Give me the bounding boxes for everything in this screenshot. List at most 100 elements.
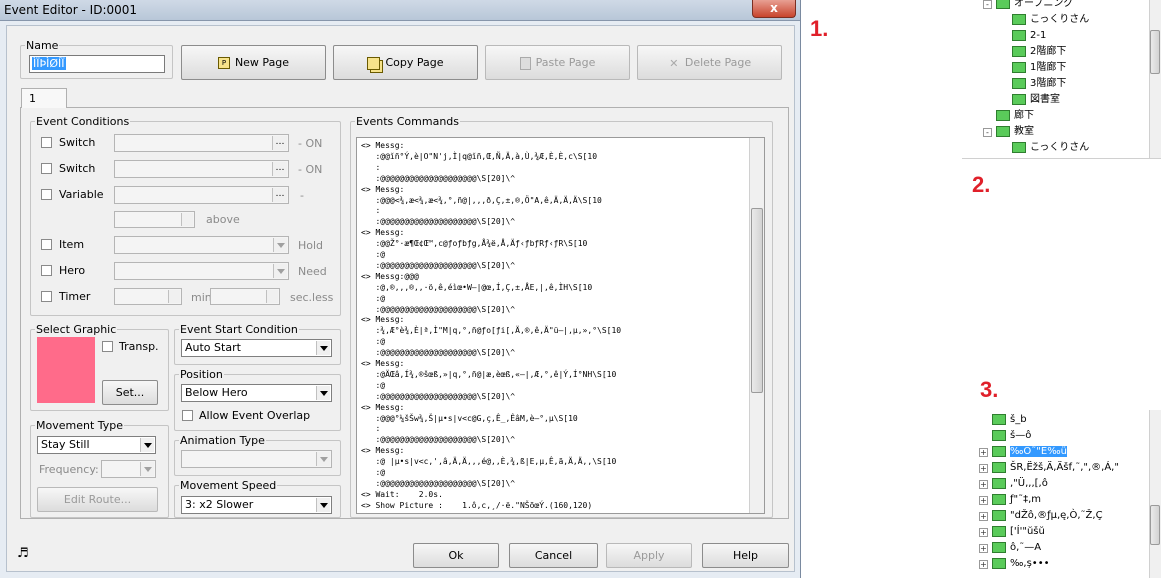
command-line[interactable]: :@@Ž°·æ¶Œ¢Œ™,c@ƒoƒbƒg,Å¾ë,Å,Äƒ‹ƒbƒRƒ‹ƒR\… (361, 239, 587, 250)
command-line[interactable]: :@@@@@@@@@@@@@@@@@@@@\S[20]\^ (361, 174, 515, 185)
map-tree-panel-2[interactable]: š_b š—ô + ‰Ö˜"E‰ü + ŠR,Ёžš,Ä,Äšf,˜,",®,Á," + ,"… (958, 410, 1161, 578)
new-page-button[interactable]: P New Page (181, 45, 326, 80)
timer-sec-spin-icon[interactable] (266, 290, 278, 303)
tree-item[interactable]: 2階廊下 (1012, 45, 1066, 59)
tree-item[interactable]: ['Í'"ŭšŭ (992, 525, 1045, 539)
switch2-field[interactable]: … (114, 160, 289, 178)
command-line[interactable]: : (361, 424, 380, 435)
command-line[interactable]: : (361, 163, 380, 174)
commands-scrollbar[interactable] (749, 138, 764, 513)
expand-icon[interactable]: + (979, 560, 988, 569)
commands-scrollbar-thumb[interactable] (751, 208, 763, 393)
frequency-dropdown[interactable] (101, 460, 156, 478)
expand-icon[interactable]: + (979, 496, 988, 505)
tree-item[interactable]: ŠR,Ёžš,Ä,Äšf,˜,",®,Á," (992, 461, 1119, 475)
close-button[interactable]: x (752, 0, 796, 18)
tree-item[interactable]: 2-1 (1012, 29, 1046, 43)
switch1-field[interactable]: … (114, 134, 289, 152)
command-line[interactable]: : (361, 206, 380, 217)
command-line[interactable]: :@,®,,,®,,·ö,ê,éìœ•W—|@œ,Í,Ç,±,ÅE,|,ê,ÌH… (361, 283, 592, 294)
tree2-scrollbar[interactable] (1149, 410, 1161, 578)
command-line[interactable]: :@@@@@@@@@@@@@@@@@@@@\S[20]\^ (361, 392, 515, 403)
timer-min-spinner[interactable] (114, 288, 182, 305)
delete-page-button[interactable]: ✕ Delete Page (637, 45, 782, 80)
tree-item[interactable]: オープニング (996, 0, 1073, 11)
command-line[interactable]: :@@@@@@@@@@@@@@@@@@@@\S[20]\^ (361, 479, 515, 490)
command-line[interactable]: :@ |µ•s|v<c,',â,Ä,Ä,,,é@,,È,¾,ß|E,µ,Ê,ã,… (361, 457, 616, 468)
tree1-scrollbar-thumb[interactable] (1150, 30, 1160, 74)
tree-item[interactable]: 廊下 (996, 109, 1034, 123)
tree2-scrollbar-thumb[interactable] (1150, 505, 1160, 545)
cancel-button[interactable]: Cancel (509, 543, 598, 568)
command-line[interactable]: :@@@@@@@@@@@@@@@@@@@@\S[20]\^ (361, 305, 515, 316)
tree-item[interactable]: 1階廊下 (1012, 61, 1066, 75)
expand-icon[interactable]: + (979, 512, 988, 521)
command-line[interactable]: <> Messg: (361, 228, 404, 239)
timer-sec-spinner[interactable] (210, 288, 280, 305)
map-tree-panel-1[interactable]: - オープニング こっくりさん 2-1 2階廊下 1階廊下 3階廊下 図書室 廊下 - 教室 こっくり… (962, 0, 1161, 159)
collapse-icon[interactable]: - (983, 128, 992, 137)
tree-item[interactable]: ô,˜—A (992, 541, 1041, 555)
transparent-checkbox[interactable] (102, 341, 113, 352)
command-line[interactable]: <> Messg: (361, 141, 404, 152)
tree-item[interactable]: ƒ"˜‡,m (992, 493, 1041, 507)
expand-icon[interactable]: + (979, 464, 988, 473)
ok-button[interactable]: Ok (413, 543, 499, 568)
allow-overlap-checkbox[interactable] (182, 410, 193, 421)
command-line[interactable]: :@ (361, 250, 385, 261)
events-commands-list[interactable]: <> Show Picture : 1.ô,c,¸/·ë."NŠõœÝ.(160… (356, 137, 765, 514)
apply-button[interactable]: Apply (606, 543, 692, 568)
command-line[interactable]: :@@ĭñ°Ý,è|O"N'j,Ì|q@ĭñ,Œ,Ñ,Ä,à,Ù,¾Æ,È,È,… (361, 152, 597, 163)
command-line[interactable]: :@@@@@@@@@@@@@@@@@@@@\S[20]\^ (361, 217, 515, 228)
variable-browse-icon[interactable]: … (272, 188, 287, 202)
tree-item[interactable]: こっくりさん (1012, 13, 1089, 27)
item-checkbox[interactable] (41, 239, 52, 250)
command-line[interactable]: <> Messg: (361, 403, 404, 414)
tree-item[interactable]: ‰Ö˜"E‰ü (992, 445, 1067, 459)
variable-spin-arrows-icon[interactable] (181, 213, 193, 226)
switch1-browse-icon[interactable]: … (272, 136, 287, 150)
command-line[interactable]: :@ (361, 337, 385, 348)
tree-item[interactable]: ‰,ș••• (992, 557, 1050, 571)
expand-icon[interactable]: + (979, 544, 988, 553)
command-line[interactable]: :@@@@@@@@@@@@@@@@@@@@\S[20]\^ (361, 261, 515, 272)
collapse-icon[interactable]: - (983, 0, 992, 9)
command-line[interactable]: <> Messg: (361, 359, 404, 370)
tree-item[interactable]: 教室 (996, 125, 1034, 139)
tree1-scrollbar[interactable] (1149, 0, 1161, 158)
movement-speed-dropdown[interactable]: 3: x2 Slower (181, 496, 332, 514)
help-button[interactable]: Help (702, 543, 789, 568)
tree-item[interactable]: š—ô (992, 429, 1031, 443)
variable-value-spinner[interactable] (114, 211, 195, 228)
music-note-icon[interactable]: ♬ (17, 546, 29, 561)
variable-checkbox[interactable] (41, 189, 52, 200)
command-line[interactable]: :@@@°¼šŠw¾,Š|µ•s|v<c@G,ç,Ê_,ÊâM,è—°,µ\S[… (361, 414, 577, 425)
position-dropdown[interactable]: Below Hero (181, 384, 332, 402)
tree-item[interactable]: 3階廊下 (1012, 77, 1066, 91)
switch2-browse-icon[interactable]: … (272, 162, 287, 176)
command-line[interactable]: :@@@@@@@@@@@@@@@@@@@@\S[20]\^ (361, 348, 515, 359)
tree-item[interactable]: š_b (992, 413, 1027, 427)
switch2-checkbox[interactable] (41, 163, 52, 174)
variable-field[interactable]: … (114, 186, 289, 204)
expand-icon[interactable]: + (979, 480, 988, 489)
command-line[interactable]: <> Messg:@@@ (361, 272, 419, 283)
start-condition-dropdown[interactable]: Auto Start (181, 339, 332, 357)
timer-checkbox[interactable] (41, 291, 52, 302)
command-line[interactable]: :@ (361, 381, 385, 392)
command-line[interactable]: <> Messg: (361, 185, 404, 196)
command-line[interactable]: <> Wait: 2.0s. (361, 490, 443, 501)
tree-item[interactable]: ,"Ü,,,[,ô (992, 477, 1048, 491)
hero-dropdown[interactable] (114, 262, 289, 280)
command-line[interactable]: :@@@@@@@@@@@@@@@@@@@@\S[20]\^ (361, 435, 515, 446)
set-graphic-button[interactable]: Set... (102, 380, 158, 405)
animation-type-dropdown[interactable] (181, 450, 332, 468)
tree-item[interactable]: 図書室 (1012, 93, 1060, 107)
edit-route-button[interactable]: Edit Route... (37, 487, 158, 512)
command-line[interactable]: :@ (361, 294, 385, 305)
copy-page-button[interactable]: Copy Page (333, 45, 478, 80)
switch1-checkbox[interactable] (41, 137, 52, 148)
name-input[interactable]: ÌÏÞÌØÍÏ (29, 55, 165, 73)
command-line[interactable]: :@ (361, 468, 385, 479)
command-line[interactable]: :¾,Æ°è¾,È|ª,Ì"M|q,°,ñ@ƒo[ƒi[,Ä,®,ê,Ä"ü—|… (361, 326, 621, 337)
